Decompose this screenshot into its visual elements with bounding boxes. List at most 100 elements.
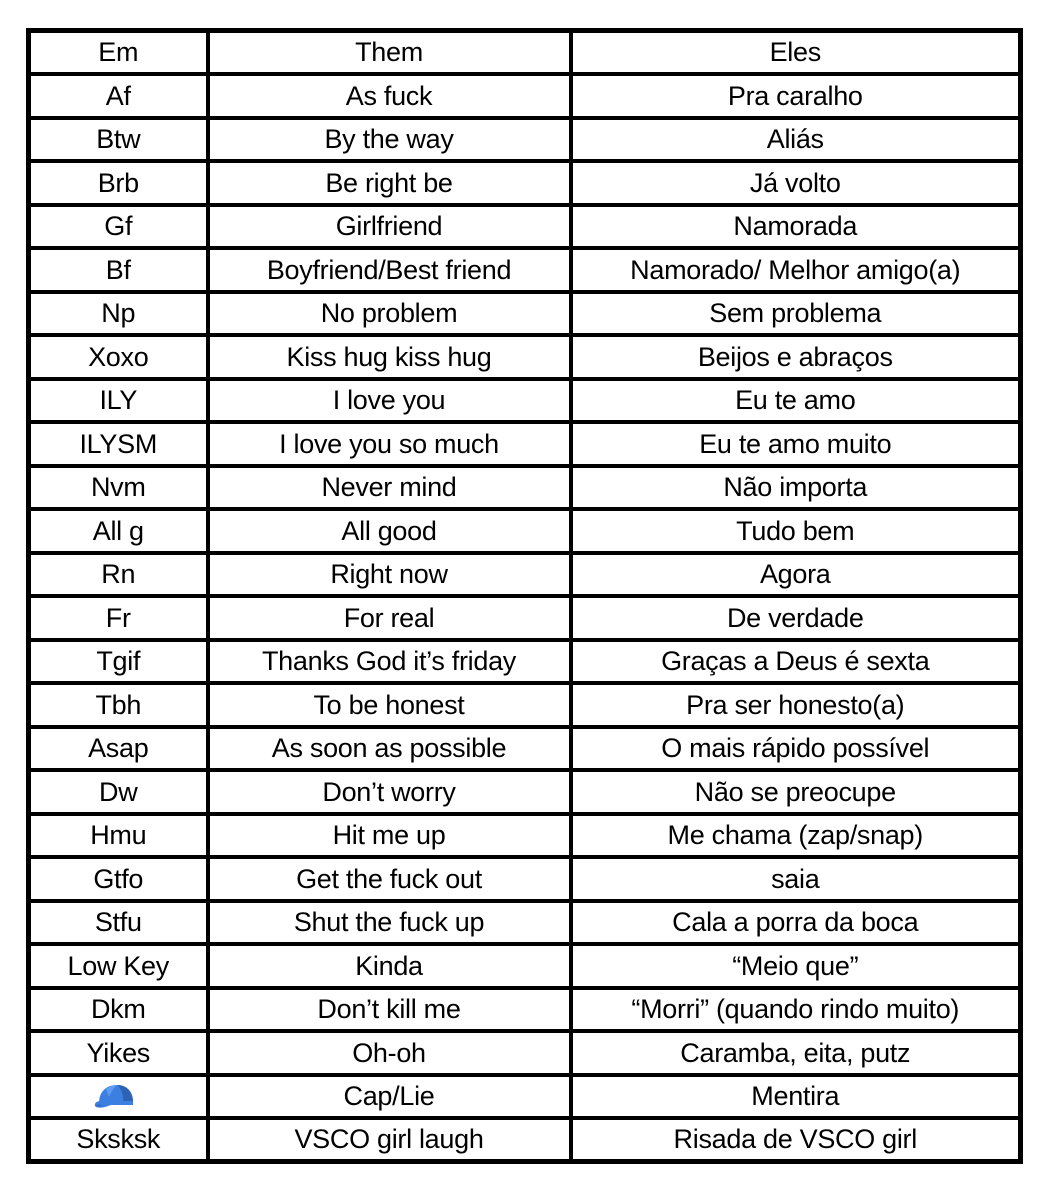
- baseball-cap-icon: [93, 1082, 143, 1112]
- english-text: By the way: [324, 124, 454, 155]
- cell-english-meaning: Boyfriend/Best friend: [205, 246, 573, 294]
- abbreviation-text: Yikes: [86, 1037, 151, 1068]
- abbreviation-text: Xoxo: [88, 341, 149, 372]
- abbreviation-text: Low Key: [67, 950, 170, 981]
- english-text: Thanks God it’s friday: [261, 646, 516, 677]
- cell-english-meaning: Kiss hug kiss hug: [205, 333, 573, 381]
- cell-portuguese-meaning: Namorado/ Melhor amigo(a): [568, 246, 1023, 294]
- cell-portuguese-meaning: O mais rápido possível: [568, 724, 1023, 772]
- english-text: All good: [341, 515, 437, 546]
- cell-portuguese-meaning: Me chama (zap/snap): [568, 811, 1023, 859]
- english-text: Shut the fuck up: [293, 907, 485, 938]
- abbreviation-text: Em: [98, 37, 139, 68]
- portuguese-text: Eu te amo: [735, 385, 856, 416]
- cell-portuguese-meaning: Tudo bem: [568, 507, 1023, 555]
- cell-english-meaning: Kinda: [205, 942, 573, 990]
- abbreviation-text: Hmu: [90, 820, 147, 851]
- table-row: Low Key Kinda “Meio que”: [26, 942, 1023, 990]
- table-row: Cap/Lie Mentira: [26, 1072, 1023, 1120]
- english-text: Right now: [330, 559, 448, 590]
- english-text: Girlfriend: [335, 211, 443, 242]
- abbreviation-text: Stfu: [94, 907, 142, 938]
- cell-abbreviation: Fr: [26, 594, 210, 642]
- portuguese-text: Namorada: [733, 211, 858, 242]
- abbreviation-text: Rn: [101, 559, 136, 590]
- cell-english-meaning: I love you so much: [205, 420, 573, 468]
- cell-english-meaning: Them: [205, 28, 573, 76]
- table-row: Em Them Eles: [26, 28, 1023, 76]
- abbreviation-text: Sksksk: [76, 1124, 161, 1155]
- cell-portuguese-meaning: Caramba, eita, putz: [568, 1029, 1023, 1077]
- english-text: Don’t worry: [322, 776, 456, 807]
- abbreviation-text: Asap: [88, 733, 149, 764]
- cell-english-meaning: Cap/Lie: [205, 1072, 573, 1120]
- table-row: Af As fuck Pra caralho: [26, 72, 1023, 120]
- cell-abbreviation: Nvm: [26, 463, 210, 511]
- cell-portuguese-meaning: Cala a porra da boca: [568, 898, 1023, 946]
- english-text: Boyfriend/Best friend: [266, 254, 512, 285]
- cell-abbreviation: All g: [26, 507, 210, 555]
- cell-abbreviation: Tbh: [26, 681, 210, 729]
- cell-english-meaning: Oh-oh: [205, 1029, 573, 1077]
- portuguese-text: saia: [771, 863, 820, 894]
- table-row: Sksksk VSCO girl laugh Risada de VSCO girl: [26, 1116, 1023, 1164]
- cell-portuguese-meaning: Beijos e abraços: [568, 333, 1023, 381]
- english-text: Oh-oh: [352, 1037, 426, 1068]
- abbreviation-text: Tbh: [95, 689, 142, 720]
- cell-abbreviation: Low Key: [26, 942, 210, 990]
- cell-abbreviation: Asap: [26, 724, 210, 772]
- table-row: Tbh To be honest Pra ser honesto(a): [26, 681, 1023, 729]
- cell-abbreviation: Dkm: [26, 985, 210, 1033]
- cell-abbreviation: Em: [26, 28, 210, 76]
- portuguese-text: Já volto: [749, 167, 841, 198]
- cell-portuguese-meaning: Eu te amo muito: [568, 420, 1023, 468]
- table-row: ILYSM I love you so much Eu te amo muito: [26, 420, 1023, 468]
- portuguese-text: Não se preocupe: [694, 776, 896, 807]
- slang-translation-table: Em Them Eles Af As fuck Pra caralho Btw By the …: [26, 28, 1023, 1164]
- english-text: As soon as possible: [271, 733, 507, 764]
- cell-abbreviation: Sksksk: [26, 1116, 210, 1164]
- cell-portuguese-meaning: Namorada: [568, 202, 1023, 250]
- english-text: Kinda: [355, 950, 423, 981]
- portuguese-text: Aliás: [766, 124, 824, 155]
- cell-english-meaning: I love you: [205, 376, 573, 424]
- cell-portuguese-meaning: “Meio que”: [568, 942, 1023, 990]
- table-row: Gf Girlfriend Namorada: [26, 202, 1023, 250]
- cell-portuguese-meaning: Graças a Deus é sexta: [568, 637, 1023, 685]
- cell-abbreviation: Btw: [26, 115, 210, 163]
- english-text: Don’t kill me: [317, 994, 461, 1025]
- english-text: VSCO girl laugh: [294, 1124, 484, 1155]
- cell-abbreviation: Gf: [26, 202, 210, 250]
- cell-abbreviation: Bf: [26, 246, 210, 294]
- cell-portuguese-meaning: “Morri” (quando rindo muito): [568, 985, 1023, 1033]
- slang-table-container: Em Them Eles Af As fuck Pra caralho Btw By the …: [26, 28, 1023, 1164]
- english-text: For real: [343, 602, 435, 633]
- abbreviation-text: Bf: [105, 254, 131, 285]
- cell-english-meaning: Be right be: [205, 159, 573, 207]
- cell-abbreviation: Tgif: [26, 637, 210, 685]
- table-row: Rn Right now Agora: [26, 550, 1023, 598]
- cell-english-meaning: Girlfriend: [205, 202, 573, 250]
- english-text: Kiss hug kiss hug: [286, 341, 492, 372]
- abbreviation-text: ILYSM: [79, 428, 158, 459]
- cell-portuguese-meaning: Agora: [568, 550, 1023, 598]
- table-row: Btw By the way Aliás: [26, 115, 1023, 163]
- portuguese-text: “Meio que”: [732, 950, 859, 981]
- cell-english-meaning: Never mind: [205, 463, 573, 511]
- portuguese-text: Cala a porra da boca: [672, 907, 919, 938]
- cell-english-meaning: Don’t kill me: [205, 985, 573, 1033]
- abbreviation-text: Np: [101, 298, 136, 329]
- cell-abbreviation: Hmu: [26, 811, 210, 859]
- cell-english-meaning: Get the fuck out: [205, 855, 573, 903]
- abbreviation-text: ILY: [99, 385, 138, 416]
- abbreviation-text: Brb: [97, 167, 139, 198]
- cell-english-meaning: Right now: [205, 550, 573, 598]
- abbreviation-text: Tgif: [96, 646, 141, 677]
- cell-abbreviation: Af: [26, 72, 210, 120]
- cell-portuguese-meaning: Mentira: [568, 1072, 1023, 1120]
- portuguese-text: Caramba, eita, putz: [680, 1037, 911, 1068]
- english-text: No problem: [320, 298, 458, 329]
- abbreviation-text: Gf: [104, 211, 133, 242]
- cell-abbreviation: Dw: [26, 768, 210, 816]
- cell-portuguese-meaning: Não se preocupe: [568, 768, 1023, 816]
